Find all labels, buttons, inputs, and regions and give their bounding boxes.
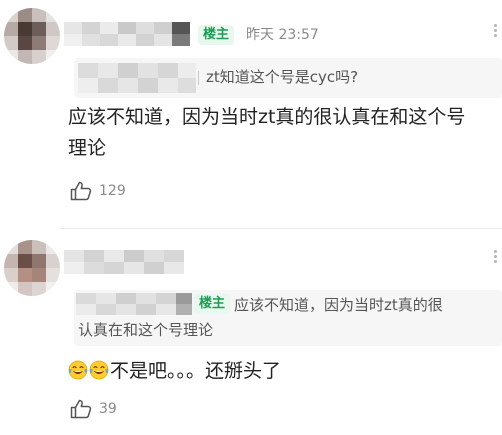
username[interactable] — [64, 22, 190, 50]
quoted-reply[interactable]: 楼主 应该不知道，因为当时zt真的很 认真在和这个号理论 — [74, 290, 502, 346]
quoted-text: 认真在和这个号理论 — [78, 319, 496, 342]
quoted-username-mosaic — [76, 293, 192, 315]
username-mosaic — [64, 22, 190, 46]
quoted-reply[interactable]: zt知道这个号是cyc吗? — [74, 58, 502, 98]
quoted-text-line: 认真在和这个号理论 — [78, 321, 214, 339]
username-mosaic — [64, 250, 184, 274]
quote-separator — [198, 71, 199, 85]
like-button[interactable]: 129 — [70, 180, 126, 202]
avatar-mosaic — [4, 8, 60, 64]
like-button[interactable]: 39 — [70, 398, 117, 420]
comment-body-text: 不是吧。。。还掰头了 — [110, 360, 282, 382]
avatar-mosaic — [4, 240, 60, 296]
thumbs-up-icon — [70, 181, 92, 201]
thumbs-up-icon — [70, 399, 92, 419]
comment-body-line: 应该不知道，因为当时zt真的很认真在和这个号 — [68, 106, 466, 128]
comment-time: 昨天 23:57 — [246, 27, 319, 43]
op-badge: 楼主 — [198, 25, 235, 45]
avatar[interactable] — [4, 8, 60, 64]
laughing-crying-emoji-icon — [89, 360, 109, 380]
quoted-text-line: 应该不知道，因为当时zt真的很 — [234, 296, 443, 314]
comment-body: 应该不知道，因为当时zt真的很认真在和这个号 理论 — [68, 102, 500, 164]
quoted-text: zt知道这个号是cyc吗? — [206, 68, 359, 86]
like-count: 39 — [99, 401, 117, 417]
op-badge: 楼主 — [194, 294, 231, 314]
more-options-icon[interactable] — [490, 248, 500, 272]
quoted-text: 应该不知道，因为当时zt真的很 — [234, 294, 496, 317]
comment-body: 不是吧。。。还掰头了 — [68, 356, 281, 387]
more-options-icon[interactable] — [490, 22, 500, 46]
laughing-crying-emoji-icon — [68, 360, 88, 380]
like-count: 129 — [99, 183, 126, 199]
quoted-username-mosaic — [78, 63, 196, 93]
comment-divider — [60, 228, 502, 229]
avatar[interactable] — [4, 240, 60, 296]
comment-body-line: 理论 — [68, 137, 107, 159]
comment-thread: 楼主 昨天 23:57 zt知道这个号是cyc吗? 应该不知道，因为当时zt真的… — [0, 0, 502, 435]
username[interactable] — [64, 250, 184, 278]
